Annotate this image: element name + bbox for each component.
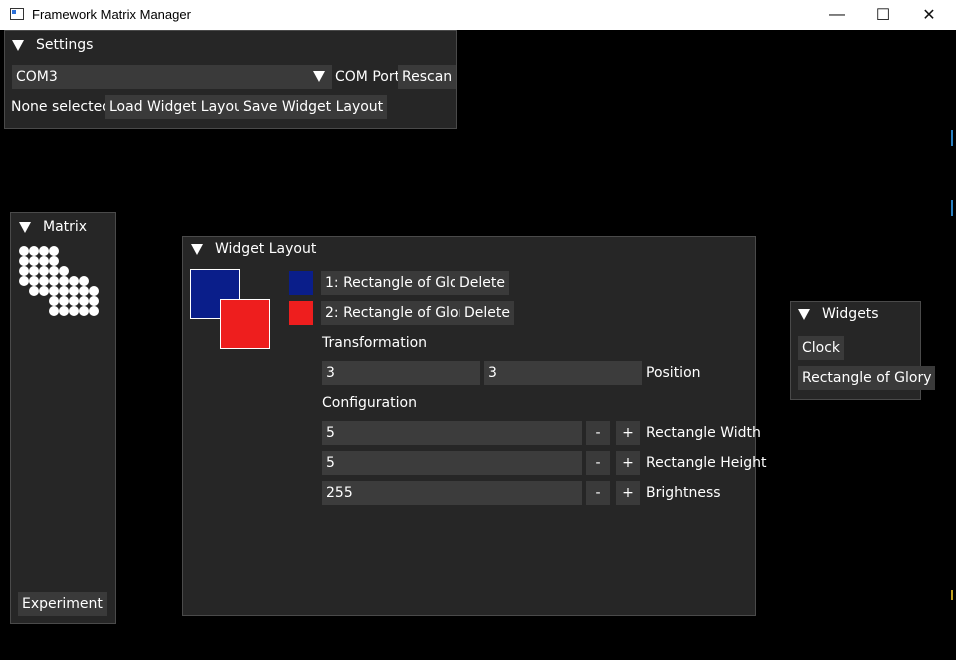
rectangle-width-input[interactable]: 5 — [322, 421, 582, 445]
matrix-led[interactable] — [79, 286, 89, 296]
com-port-label: COM Port — [335, 69, 401, 85]
matrix-led[interactable] — [49, 266, 59, 276]
brightness-input[interactable]: 255 — [322, 481, 582, 505]
matrix-led[interactable] — [59, 266, 69, 276]
maximize-icon[interactable]: ☐ — [860, 0, 906, 30]
window-title: Framework Matrix Manager — [32, 7, 191, 22]
matrix-led[interactable] — [29, 256, 39, 266]
widgets-header[interactable]: Widgets — [791, 302, 920, 332]
matrix-led[interactable] — [29, 246, 39, 256]
increment-button[interactable]: + — [616, 451, 640, 475]
matrix-led[interactable] — [49, 286, 59, 296]
matrix-led[interactable] — [19, 256, 29, 266]
decrement-button[interactable]: - — [586, 481, 610, 505]
matrix-led[interactable] — [19, 246, 29, 256]
position-x-input[interactable]: 3 — [322, 361, 480, 385]
matrix-led[interactable] — [39, 246, 49, 256]
matrix-led[interactable] — [89, 286, 99, 296]
widget-item-1-button[interactable]: 1: Rectangle of Glory — [321, 271, 477, 295]
rectangle-width-label: Rectangle Width — [646, 425, 761, 441]
decrement-button[interactable]: - — [586, 451, 610, 475]
matrix-led[interactable] — [69, 276, 79, 286]
matrix-led[interactable] — [89, 306, 99, 316]
rescan-button[interactable]: Rescan — [398, 65, 457, 89]
collapse-triangle-icon[interactable] — [798, 309, 810, 320]
position-y-input[interactable]: 3 — [484, 361, 642, 385]
app-icon — [10, 8, 24, 20]
widget-layout-header[interactable]: Widget Layout — [183, 237, 755, 267]
matrix-led[interactable] — [59, 306, 69, 316]
matrix-led[interactable] — [39, 276, 49, 286]
brightness-label: Brightness — [646, 485, 721, 501]
matrix-led[interactable] — [79, 276, 89, 286]
increment-button[interactable]: + — [616, 421, 640, 445]
window-titlebar: Framework Matrix Manager — ☐ ✕ — [0, 0, 956, 30]
port-select-value: COM3 — [16, 69, 58, 85]
matrix-led[interactable] — [69, 306, 79, 316]
preview-rectangle-2 — [220, 299, 270, 349]
delete-button[interactable]: Delete — [460, 301, 514, 325]
matrix-panel: Matrix Experiment — [10, 212, 116, 624]
settings-title: Settings — [36, 37, 94, 53]
collapse-triangle-icon[interactable] — [191, 244, 203, 255]
matrix-led-grid[interactable] — [11, 213, 115, 333]
save-widget-layout-button[interactable]: Save Widget Layout — [239, 95, 388, 119]
add-rectangle-widget-button[interactable]: Rectangle of Glory — [798, 366, 936, 390]
collapse-triangle-icon[interactable] — [12, 40, 24, 51]
matrix-led[interactable] — [49, 276, 59, 286]
add-clock-widget-button[interactable]: Clock — [798, 336, 845, 360]
matrix-led[interactable] — [49, 256, 59, 266]
transformation-heading: Transformation — [322, 335, 428, 351]
matrix-led[interactable] — [29, 266, 39, 276]
matrix-led[interactable] — [69, 286, 79, 296]
color-swatch[interactable] — [289, 271, 313, 295]
close-icon[interactable]: ✕ — [906, 0, 952, 30]
color-swatch[interactable] — [289, 301, 313, 325]
matrix-led[interactable] — [69, 296, 79, 306]
matrix-led[interactable] — [29, 276, 39, 286]
decrement-button[interactable]: - — [586, 421, 610, 445]
matrix-led[interactable] — [39, 256, 49, 266]
settings-header[interactable]: Settings — [5, 31, 456, 61]
settings-panel: Settings COM3 COM Port Rescan None selec… — [4, 30, 457, 129]
matrix-led[interactable] — [49, 246, 59, 256]
widget-layout-title: Widget Layout — [215, 241, 317, 257]
matrix-led[interactable] — [19, 266, 29, 276]
minimize-icon[interactable]: — — [814, 0, 860, 30]
experiment-button[interactable]: Experiment — [18, 592, 107, 616]
matrix-led[interactable] — [79, 296, 89, 306]
matrix-led[interactable] — [89, 296, 99, 306]
background-artifact — [951, 130, 953, 146]
matrix-led[interactable] — [59, 296, 69, 306]
matrix-led[interactable] — [19, 276, 29, 286]
configuration-heading: Configuration — [322, 395, 417, 411]
matrix-led[interactable] — [49, 296, 59, 306]
increment-button[interactable]: + — [616, 481, 640, 505]
matrix-led[interactable] — [29, 286, 39, 296]
widget-layout-panel: Widget Layout 1: Rectangle of Glory Dele… — [182, 236, 766, 616]
layout-file-status: None selected — [11, 99, 112, 115]
matrix-led[interactable] — [49, 306, 59, 316]
matrix-led[interactable] — [39, 286, 49, 296]
matrix-led[interactable] — [79, 306, 89, 316]
rectangle-height-label: Rectangle Height — [646, 455, 767, 471]
matrix-led[interactable] — [59, 276, 69, 286]
widget-item-2-button[interactable]: 2: Rectangle of Glory — [321, 301, 477, 325]
port-select[interactable]: COM3 — [12, 65, 332, 89]
delete-button[interactable]: Delete — [455, 271, 509, 295]
background-artifact — [951, 200, 953, 216]
chevron-down-icon[interactable] — [313, 71, 325, 82]
matrix-led[interactable] — [59, 286, 69, 296]
matrix-led[interactable] — [39, 266, 49, 276]
background-artifact — [951, 590, 953, 600]
widgets-panel: Widgets Clock Rectangle of Glory — [790, 301, 936, 400]
load-widget-layout-button[interactable]: Load Widget Layout — [105, 95, 253, 119]
widgets-title: Widgets — [822, 306, 879, 322]
position-label: Position — [646, 365, 701, 381]
rectangle-height-input[interactable]: 5 — [322, 451, 582, 475]
